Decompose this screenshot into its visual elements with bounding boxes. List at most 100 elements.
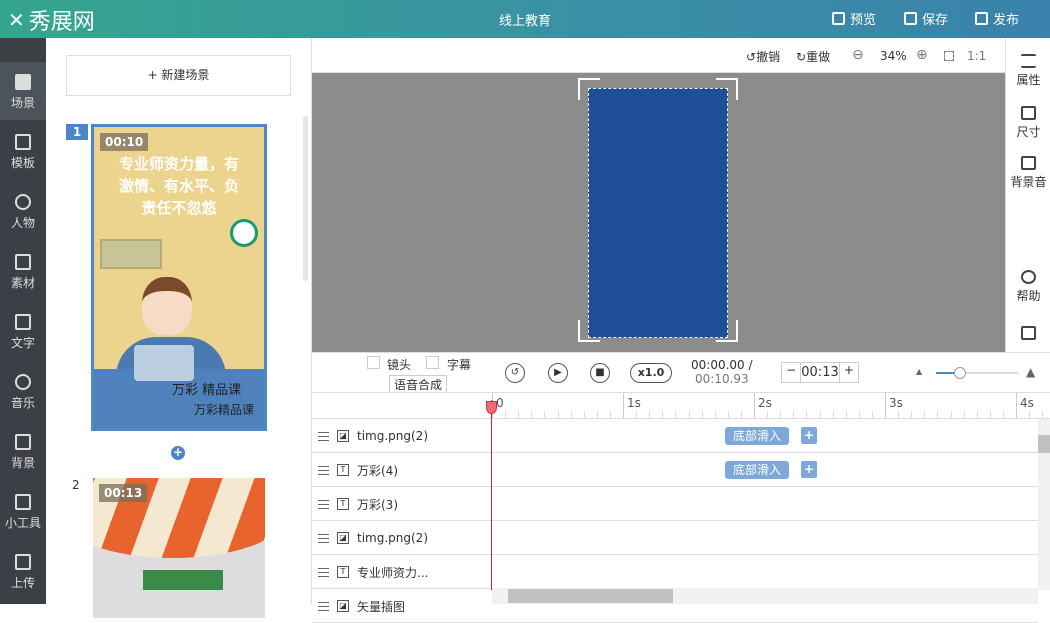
increase-button[interactable]: + xyxy=(838,363,858,382)
nav-label: 素材 xyxy=(10,276,35,290)
scroll-thumb[interactable] xyxy=(1038,435,1050,453)
zoom-in-icon[interactable]: ⊕ xyxy=(916,47,928,63)
ruler-minor-tick xyxy=(989,411,991,418)
undo-button[interactable]: ↺撤销 xyxy=(746,48,780,65)
playhead-handle[interactable] xyxy=(486,401,497,414)
ruler-label: 4s xyxy=(1020,396,1034,410)
track-name: 万彩(3) xyxy=(357,497,398,512)
nav-text[interactable]: 文字 xyxy=(0,302,46,360)
nav-template[interactable]: 模板 xyxy=(0,122,46,180)
timeline-zoom-slider[interactable] xyxy=(936,367,1018,379)
nav-material[interactable]: 素材 xyxy=(0,242,46,300)
track-label: T 万彩(4) xyxy=(312,453,492,487)
add-animation-button[interactable]: + xyxy=(801,461,817,478)
ruler-minor-tick xyxy=(976,411,978,418)
ruler-minor-tick xyxy=(793,411,795,418)
scene-scrollbar[interactable] xyxy=(303,116,308,281)
save-button[interactable]: 保存 xyxy=(904,9,948,28)
play-icon[interactable]: ▶ xyxy=(548,363,568,383)
preview-label: 预览 xyxy=(850,13,877,28)
drag-handle-icon[interactable] xyxy=(318,567,329,577)
ruler-minor-tick xyxy=(871,411,873,418)
scene-thumbnail-1[interactable]: 00:10 专业师资力量，有激情、有水平、负责任不忽悠 万彩 精品课 万彩精品课 xyxy=(91,124,267,431)
image-icon: ◪ xyxy=(337,532,349,544)
bgm-button[interactable]: 背景音 xyxy=(1006,156,1050,190)
drag-handle-icon[interactable] xyxy=(318,533,329,543)
nav-scene[interactable]: 场景 xyxy=(0,62,46,120)
track-name: timg.png(2) xyxy=(357,429,428,443)
fullscreen-icon[interactable] xyxy=(944,51,954,61)
track-row[interactable]: ◪ timg.png(2) xyxy=(312,521,1038,555)
help-label: 帮助 xyxy=(1016,289,1041,303)
bgm-label: 背景音 xyxy=(1010,175,1047,189)
animation-block[interactable]: 底部滑入 xyxy=(725,427,790,445)
size-label: 尺寸 xyxy=(1016,125,1041,139)
nav-label: 背景 xyxy=(10,456,35,470)
track-row[interactable]: T 专业师资力... xyxy=(312,555,1038,589)
timeline-controls: 镜头 字幕 语音合成 ↺ ▶ ■ x1.0 00:00.00 / 00:10.9… xyxy=(312,352,1050,395)
drag-handle-icon[interactable] xyxy=(318,465,329,475)
nav-music[interactable]: 音乐 xyxy=(0,362,46,420)
add-scene-icon[interactable]: + xyxy=(171,446,185,460)
track-row[interactable]: T 万彩(4) 底部滑入 + xyxy=(312,453,1038,487)
preview-icon xyxy=(832,12,845,25)
laptop-illustration xyxy=(134,345,194,381)
drag-handle-icon[interactable] xyxy=(318,499,329,509)
scene-duration: 00:10 xyxy=(100,133,149,151)
publish-button[interactable]: 发布 xyxy=(975,9,1019,28)
person-icon xyxy=(15,194,31,210)
zoom-out-icon[interactable]: ⊖ xyxy=(852,47,864,63)
duration-stepper[interactable]: − 00:13 + xyxy=(781,362,859,383)
nav-upload[interactable]: 上传 xyxy=(0,542,46,600)
nav-label: 上传 xyxy=(10,576,35,590)
stop-icon[interactable]: ■ xyxy=(590,363,610,383)
rewind-icon[interactable]: ↺ xyxy=(505,363,525,383)
properties-button[interactable]: 属性 xyxy=(1006,54,1050,88)
canvas-toolbar: ↺撤销 ↻重做 ⊖ 34% ⊕ 1:1 xyxy=(312,38,1005,73)
sliders-icon xyxy=(1021,54,1036,68)
template-icon xyxy=(15,134,31,150)
track-row[interactable]: T 万彩(3) xyxy=(312,487,1038,521)
nav-person[interactable]: 人物 xyxy=(0,182,46,240)
ruler-minor-tick xyxy=(714,411,716,418)
horizontal-scrollbar[interactable] xyxy=(492,588,1038,604)
speed-button[interactable]: x1.0 xyxy=(630,363,672,383)
drag-handle-icon[interactable] xyxy=(318,431,329,441)
drag-handle-icon[interactable] xyxy=(318,601,329,611)
collapse-button[interactable] xyxy=(1006,326,1050,343)
selected-canvas-element[interactable] xyxy=(588,88,728,338)
subtitle-checkbox[interactable] xyxy=(426,356,439,369)
properties-label: 属性 xyxy=(1016,73,1041,87)
new-scene-button[interactable]: + 新建场景 xyxy=(66,55,291,96)
map-illustration xyxy=(100,239,162,269)
slider-handle[interactable] xyxy=(953,367,966,379)
preview-button[interactable]: 预览 xyxy=(832,9,876,28)
scroll-thumb[interactable] xyxy=(508,589,673,603)
ruler-label: 3s xyxy=(889,396,903,410)
collapse-panel-icon xyxy=(1021,326,1036,340)
ruler-minor-tick xyxy=(570,411,572,418)
ruler-minor-tick xyxy=(1042,411,1044,418)
scene-thumbnail-2[interactable]: 00:13 xyxy=(93,478,265,618)
redo-button[interactable]: ↻重做 xyxy=(796,48,830,65)
header: ✕ 秀展网 线上教育 预览 保存 发布 xyxy=(0,0,1050,38)
nav-label: 音乐 xyxy=(10,396,35,410)
nav-background[interactable]: 背景 xyxy=(0,422,46,480)
add-animation-button[interactable]: + xyxy=(801,427,817,444)
save-icon xyxy=(904,12,917,25)
ruler-minor-tick xyxy=(963,411,965,418)
track-row[interactable]: ◪ timg.png(2) 底部滑入 + xyxy=(312,419,1038,453)
image-icon: ◪ xyxy=(337,600,349,612)
duration-value[interactable]: 00:13 xyxy=(801,363,838,382)
nav-toolbox[interactable]: 小工具 xyxy=(0,482,46,540)
timeline-ruler[interactable]: 0 1s 2s 3s 4s xyxy=(312,392,1050,419)
animation-block[interactable]: 底部滑入 xyxy=(725,461,790,479)
size-button[interactable]: 尺寸 xyxy=(1006,106,1050,140)
vertical-scrollbar[interactable] xyxy=(1038,419,1050,590)
ruler-minor-tick xyxy=(845,411,847,418)
help-button[interactable]: 帮助 xyxy=(1006,270,1050,304)
lens-checkbox[interactable] xyxy=(367,356,380,369)
decrease-button[interactable]: − xyxy=(782,363,802,382)
actual-size-button[interactable]: 1:1 xyxy=(967,49,986,63)
toolbox-icon xyxy=(15,494,31,510)
